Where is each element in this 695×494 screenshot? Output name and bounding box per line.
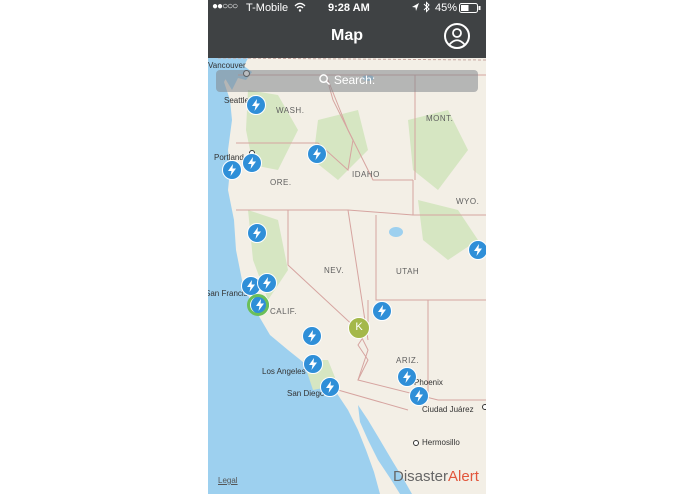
lightning-bolt-icon — [474, 244, 482, 256]
search-icon — [318, 74, 330, 86]
lightning-bolt-icon — [403, 371, 411, 383]
user-circle-icon — [444, 23, 470, 49]
bluetooth-icon — [423, 1, 430, 16]
alert-pin[interactable] — [257, 273, 277, 293]
state-label-calif: CALIF. — [270, 307, 298, 316]
lightning-bolt-icon — [313, 148, 321, 160]
lightning-bolt-icon — [247, 280, 255, 292]
carrier-label: T-Mobile — [246, 2, 289, 14]
alert-pin[interactable] — [247, 223, 267, 243]
app-screen: WASH. MONT. IDAHO ORE. WYO. NEV. UTAH CA… — [208, 0, 486, 494]
alert-pin[interactable] — [409, 386, 429, 406]
lightning-bolt-icon — [252, 99, 260, 111]
lightning-bolt-icon — [378, 305, 386, 317]
state-label-idaho: IDAHO — [352, 170, 380, 179]
state-label-ore: ORE. — [270, 178, 292, 187]
city-dot — [413, 440, 419, 446]
lightning-bolt-icon — [248, 157, 256, 169]
brand-text-disaster: Disaster — [393, 468, 449, 485]
alert-pin[interactable] — [468, 240, 486, 260]
city-dot — [482, 404, 486, 410]
lightning-bolt-icon — [228, 164, 236, 176]
status-bar: ●●○○○ T-Mobile 9:28 AM 45% — [208, 0, 486, 17]
cluster-marker[interactable]: K — [348, 317, 370, 339]
wifi-icon — [294, 2, 306, 15]
lightning-bolt-icon — [253, 227, 261, 239]
state-label-ariz: ARIZ. — [396, 356, 419, 365]
signal-dots-icon: ●●○○○ — [212, 1, 238, 12]
city-label-hermosillo: Hermosillo — [422, 438, 460, 447]
city-label-los-angeles: Los Angeles — [262, 367, 306, 376]
alert-pin[interactable] — [242, 153, 262, 173]
alert-pin[interactable] — [397, 367, 417, 387]
lightning-bolt-icon — [263, 277, 271, 289]
search-field[interactable]: Search: — [216, 73, 478, 87]
legal-link[interactable]: Legal — [218, 476, 238, 485]
state-label-mont: MONT. — [426, 114, 454, 123]
city-label-san-diego: San Diego — [287, 389, 325, 398]
alert-pin[interactable] — [222, 160, 242, 180]
lightning-bolt-icon — [415, 390, 423, 402]
lightning-bolt-icon — [309, 358, 317, 370]
alert-pin[interactable] — [246, 95, 266, 115]
city-label-vancouver: Vancouver — [208, 61, 246, 70]
alert-pin[interactable] — [320, 377, 340, 397]
location-arrow-icon — [411, 2, 420, 15]
state-label-utah: UTAH — [396, 267, 420, 276]
lightning-bolt-icon — [326, 381, 334, 393]
state-label-wash: WASH. — [276, 106, 305, 115]
search-placeholder: Search: — [333, 73, 376, 87]
battery-percent: 45% — [435, 2, 458, 14]
state-label-nev: NEV. — [324, 266, 344, 275]
state-label-wyo: WYO. — [456, 197, 480, 206]
brand-text-alert: Alert — [448, 468, 479, 485]
status-time: 9:28 AM — [328, 2, 370, 14]
battery-icon — [459, 3, 481, 16]
alert-pin[interactable] — [302, 326, 322, 346]
brand-logo: DisasterAlert — [393, 468, 479, 485]
header-bar: Map — [208, 17, 486, 58]
selection-ring — [247, 294, 269, 316]
alert-pin[interactable] — [307, 144, 327, 164]
alert-pin[interactable] — [303, 354, 323, 374]
city-label-ciudad-juarez: Ciudad Juárez — [422, 405, 474, 414]
lightning-bolt-icon — [308, 330, 316, 342]
search-bar[interactable]: Search: — [216, 70, 478, 92]
profile-button[interactable] — [442, 21, 472, 51]
alert-pin[interactable] — [372, 301, 392, 321]
